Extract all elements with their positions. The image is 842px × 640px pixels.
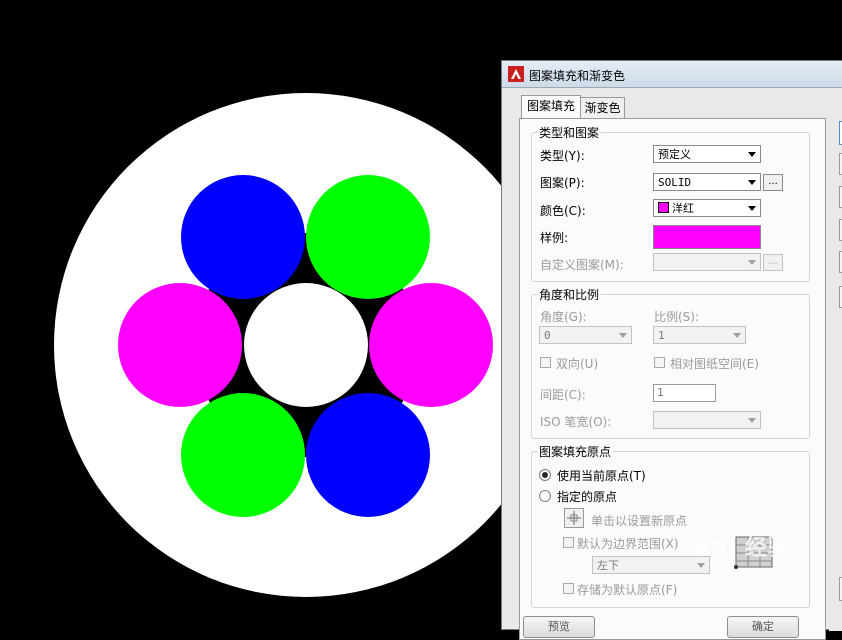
dialog-titlebar[interactable]: 图案填充和渐变色	[502, 61, 842, 88]
pattern-browse-button[interactable]: ...	[763, 174, 783, 191]
store-default-origin-checkbox[interactable]	[563, 583, 574, 594]
spacing-label: 间距(C):	[540, 388, 586, 402]
circle-right-magenta[interactable]	[369, 283, 493, 407]
custom-pattern-label: 自定义图案(M):	[540, 258, 624, 272]
tab-gradient[interactable]: 渐变色	[580, 97, 625, 118]
tab-hatch[interactable]: 图案填充	[521, 95, 581, 118]
use-current-origin-label: 使用当前原点(T)	[557, 469, 646, 483]
specified-origin-label: 指定的原点	[557, 490, 618, 504]
scale-select[interactable]: 1	[653, 326, 746, 344]
relative-paper-label: 相对图纸空间(E)	[670, 357, 759, 371]
crosshair-icon	[567, 511, 581, 525]
type-select[interactable]: 预定义	[653, 145, 761, 163]
angle-scale-group-title: 角度和比例	[537, 286, 602, 303]
boundaries-panel-edge	[829, 91, 842, 631]
color-label: 颜色(C):	[540, 204, 586, 218]
angle-select-value: 0	[544, 329, 551, 342]
chevron-down-icon	[733, 333, 741, 338]
color-swatch-icon	[658, 202, 669, 213]
double-label: 双向(U)	[556, 357, 599, 371]
watermark-logo: Bai 经验	[694, 536, 791, 561]
origin-position-select[interactable]: 左下	[592, 556, 710, 574]
click-set-origin-label: 单击以设置新原点	[591, 514, 688, 528]
scale-label: 比例(S):	[654, 310, 700, 324]
pattern-select-value: SOLID	[658, 176, 692, 189]
store-default-origin-label: 存储为默认原点(F)	[577, 583, 678, 597]
circle-bottom-left-green[interactable]	[181, 393, 305, 517]
circle-left-magenta[interactable]	[118, 283, 242, 407]
chevron-down-icon	[748, 418, 756, 423]
origin-position-value: 左下	[597, 559, 619, 572]
spacing-input[interactable]: 1	[653, 384, 716, 402]
circle-top-right-green[interactable]	[306, 175, 430, 299]
type-pattern-group-title: 类型和图案	[537, 124, 602, 141]
use-current-origin-radio[interactable]	[539, 469, 551, 481]
circle-top-left-blue[interactable]	[181, 175, 305, 299]
sample-label: 样例:	[540, 231, 569, 245]
iso-pen-width-select[interactable]	[653, 411, 761, 429]
color-select-value: 洋红	[672, 202, 694, 215]
color-select[interactable]: 洋红	[653, 199, 761, 217]
preview-button[interactable]: 预览	[523, 616, 595, 638]
sample-preview[interactable]	[653, 225, 761, 249]
relative-paper-checkbox[interactable]	[654, 357, 665, 368]
pattern-label: 图案(P):	[540, 176, 585, 190]
angle-select[interactable]: 0	[539, 326, 632, 344]
chevron-down-icon	[619, 333, 627, 338]
default-boundary-checkbox[interactable]	[563, 537, 574, 548]
type-label: 类型(Y):	[540, 149, 585, 163]
ok-button[interactable]: 确定	[727, 616, 799, 638]
pattern-select[interactable]: SOLID	[653, 173, 761, 191]
custom-pattern-browse-button[interactable]: ...	[763, 254, 783, 271]
specified-origin-radio[interactable]	[539, 490, 551, 502]
custom-pattern-select[interactable]	[653, 253, 761, 271]
double-checkbox[interactable]	[540, 357, 551, 368]
circle-bottom-right-blue[interactable]	[306, 393, 430, 517]
dialog-title: 图案填充和渐变色	[529, 69, 626, 83]
angle-label: 角度(G):	[540, 310, 587, 324]
chevron-down-icon	[748, 206, 756, 211]
chevron-down-icon	[748, 180, 756, 185]
iso-pen-width-label: ISO 笔宽(O):	[540, 415, 612, 429]
watermark-url: jingyan.baidu.com	[706, 590, 799, 601]
scale-select-value: 1	[658, 329, 665, 342]
chevron-down-icon	[697, 563, 705, 568]
autocad-icon	[508, 66, 524, 82]
center-circle[interactable]	[244, 283, 368, 407]
hatch-origin-group-title: 图案填充原点	[537, 443, 614, 460]
default-boundary-label: 默认为边界范围(X)	[577, 537, 679, 551]
chevron-down-icon	[748, 152, 756, 157]
radio-selected-dot	[542, 472, 548, 478]
chevron-down-icon	[748, 260, 756, 265]
click-set-origin-button[interactable]	[564, 508, 584, 528]
type-select-value: 预定义	[658, 148, 691, 161]
